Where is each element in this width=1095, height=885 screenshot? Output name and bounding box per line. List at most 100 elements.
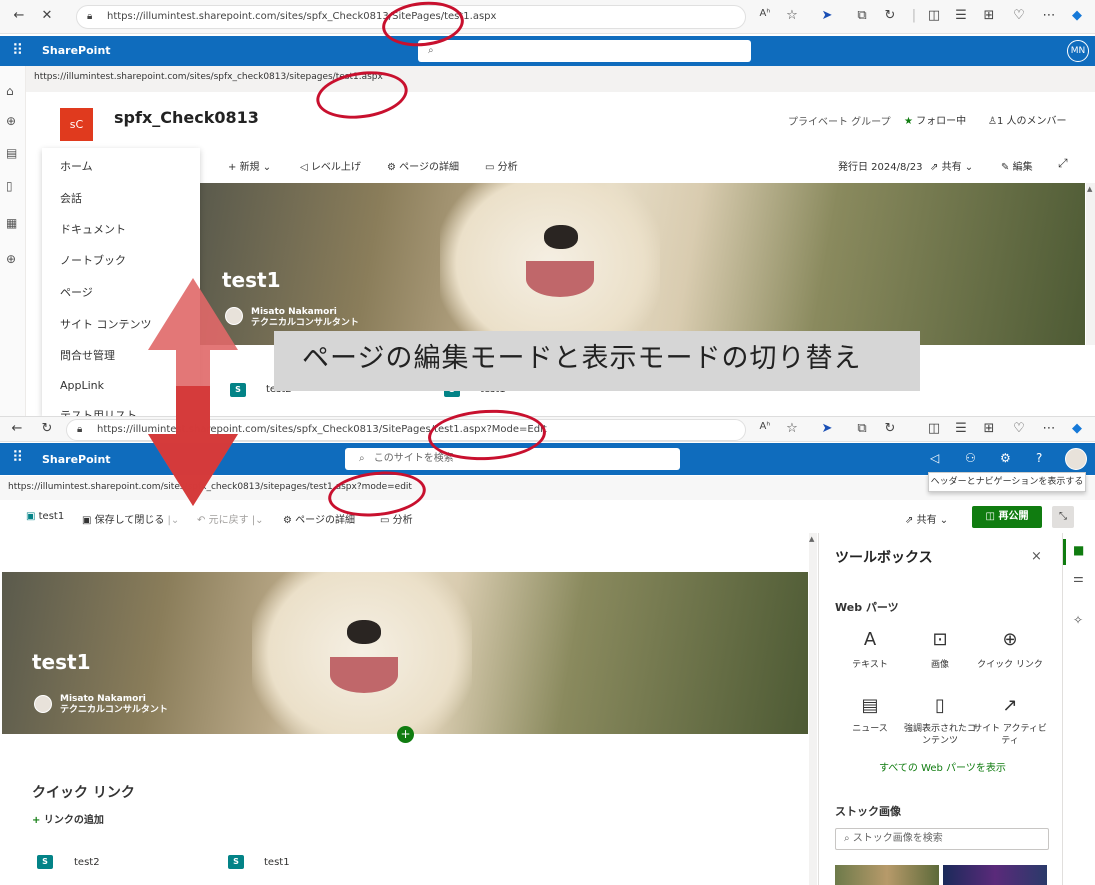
back-icon[interactable]: ← [8, 421, 26, 436]
split-screen-icon[interactable]: ◫ [925, 8, 943, 23]
scrollbar[interactable]: ▲ [1086, 183, 1095, 345]
search-icon: ⌕ [359, 453, 365, 464]
app-launcher-icon[interactable]: ⠿ [12, 448, 23, 466]
share-button[interactable]: ⇗ 共有 ⌄ [930, 158, 973, 173]
settings-icon[interactable]: ⚙ [1000, 451, 1011, 465]
author-avatar [34, 695, 52, 713]
quick-link-test2[interactable]: test2 [74, 857, 100, 868]
canvas-scrollbar[interactable]: ▲ [809, 533, 817, 885]
network-icon[interactable]: ⚇ [965, 451, 976, 465]
copilot-icon[interactable]: ◆ [1068, 8, 1086, 23]
search-box[interactable]: ⌕ [418, 40, 751, 62]
copilot-arrow-icon[interactable]: ➤ [818, 421, 836, 436]
nav-item-test-list[interactable]: テスト用リスト [60, 407, 137, 416]
file-icon[interactable]: ▯ [6, 179, 13, 193]
republish-button[interactable]: ◫ 再公開 [972, 506, 1042, 528]
home-icon[interactable]: ⌂ [6, 84, 14, 98]
toolbox-icon[interactable]: ■ [1073, 543, 1084, 557]
sharepoint-logo[interactable]: SharePoint [42, 44, 111, 57]
web-part-text[interactable]: テキスト [832, 659, 908, 671]
author-info: Misato Nakamori テクニカルコンサルタント [60, 694, 168, 716]
lock-icon: 🔒︎ [77, 424, 83, 435]
web-part-highlighted[interactable]: 強調表示されたコンテンツ [902, 723, 978, 747]
collapse-header-button[interactable]: ⤡ [1052, 506, 1074, 528]
nav-item-applink[interactable]: AppLink [60, 379, 104, 392]
stock-image-thumb[interactable] [943, 865, 1047, 885]
web-part-news[interactable]: ニュース [832, 723, 908, 735]
app-launcher-icon[interactable]: ⠿ [12, 41, 23, 59]
web-part-image[interactable]: 画像 [902, 659, 978, 671]
nav-item-site-contents[interactable]: サイト コンテンツ [60, 316, 152, 332]
text-icon[interactable]: A [855, 629, 885, 650]
nav-item-documents[interactable]: ドキュメント [60, 221, 126, 237]
sharepoint-logo[interactable]: SharePoint [42, 453, 111, 466]
favorites-list-icon[interactable]: ☰ [952, 421, 970, 436]
refresh-icon[interactable]: ↻ [881, 8, 899, 23]
site-title[interactable]: spfx_Check0813 [114, 108, 259, 127]
stock-image-thumb[interactable] [835, 865, 939, 885]
heart-icon[interactable]: ♡ [1010, 421, 1028, 436]
new-button[interactable]: + 新規 ⌄ [228, 158, 271, 173]
save-close-button[interactable]: ▣ 保存して閉じる |⌄ [82, 511, 179, 526]
nav-item-pages[interactable]: ページ [60, 284, 93, 300]
page-details-button[interactable]: ⚙ ページの詳細 [387, 158, 459, 173]
add-icon[interactable]: ⊕ [6, 252, 16, 266]
copilot-icon[interactable]: ◆ [1068, 421, 1086, 436]
refresh-icon[interactable]: ↻ [38, 421, 56, 436]
back-icon[interactable]: ← [10, 8, 28, 23]
read-aloud-icon[interactable]: Aʰ [756, 8, 774, 19]
close-icon[interactable]: × [1031, 549, 1042, 564]
collections-icon[interactable]: ⊞ [980, 8, 998, 23]
nav-item-inquiry[interactable]: 問合せ管理 [60, 347, 115, 363]
avatar[interactable]: MN [1067, 40, 1089, 62]
globe-icon[interactable]: ⊕ [6, 114, 16, 128]
favorite-icon[interactable]: ☆ [783, 8, 801, 23]
members-button[interactable]: ♙1 人のメンバー [988, 112, 1067, 127]
expand-icon[interactable]: ⤢ [1058, 156, 1068, 171]
news-icon[interactable]: ▤ [6, 146, 17, 160]
extension-icon[interactable]: ⧉ [853, 421, 871, 436]
follow-button[interactable]: ★ フォロー中 [904, 112, 966, 127]
web-part-quick-links[interactable]: クイック リンク [972, 659, 1048, 671]
activity-icon[interactable]: ↗ [995, 695, 1025, 716]
promote-button[interactable]: ◁ レベル上げ [300, 158, 361, 173]
image-icon[interactable]: ⊡ [925, 629, 955, 650]
nav-item-home[interactable]: ホーム [60, 158, 93, 174]
split-screen-icon[interactable]: ◫ [925, 421, 943, 436]
properties-icon[interactable]: ⚌ [1073, 571, 1084, 585]
share-button[interactable]: ⇗ 共有 ⌄ [905, 511, 948, 526]
collections-icon[interactable]: ⊞ [980, 421, 998, 436]
copilot-arrow-icon[interactable]: ➤ [818, 8, 836, 23]
quick-link-test1[interactable]: test1 [264, 857, 290, 868]
web-part-site-activity[interactable]: サイト アクティビティ [972, 723, 1048, 747]
undo-button[interactable]: ↶ 元に戻す |⌄ [197, 511, 264, 526]
nav-item-conversations[interactable]: 会話 [60, 190, 82, 206]
author-title: テクニカルコンサルタント [251, 318, 359, 328]
help-icon[interactable]: ? [1036, 451, 1042, 465]
megaphone-icon[interactable]: ◁ [930, 451, 939, 465]
favorite-icon[interactable]: ☆ [783, 421, 801, 436]
show-all-web-parts[interactable]: すべての Web パーツを表示 [879, 759, 1006, 774]
edit-button[interactable]: ✎ 編集 [1001, 158, 1033, 173]
design-ideas-icon[interactable]: ✧ [1073, 613, 1083, 627]
extension-icon[interactable]: ⧉ [853, 8, 871, 23]
read-aloud-icon[interactable]: Aʰ [756, 421, 774, 432]
document-icon[interactable]: ▯ [925, 695, 955, 716]
analytics-button[interactable]: ▭ 分析 [485, 158, 518, 173]
stock-search-input[interactable]: ⌕ ストック画像を検索 [835, 828, 1049, 850]
globe-icon[interactable]: ⊕ [995, 629, 1025, 650]
add-link-button[interactable]: + リンクの追加 [32, 811, 104, 826]
more-icon[interactable]: ⋯ [1040, 8, 1058, 23]
news-icon[interactable]: ▤ [855, 695, 885, 716]
refresh2-icon[interactable]: ↻ [881, 421, 899, 436]
more-icon[interactable]: ⋯ [1040, 421, 1058, 436]
site-logo[interactable]: sC [60, 108, 93, 141]
page-name[interactable]: ▣ test1 [26, 511, 64, 522]
close-icon[interactable]: ✕ [38, 8, 56, 23]
add-section-button[interactable]: + [397, 726, 414, 743]
avatar[interactable] [1065, 448, 1087, 470]
list-icon[interactable]: ▦ [6, 216, 17, 230]
heart-icon[interactable]: ♡ [1010, 8, 1028, 23]
favorites-list-icon[interactable]: ☰ [952, 8, 970, 23]
nav-item-notebook[interactable]: ノートブック [60, 252, 126, 268]
